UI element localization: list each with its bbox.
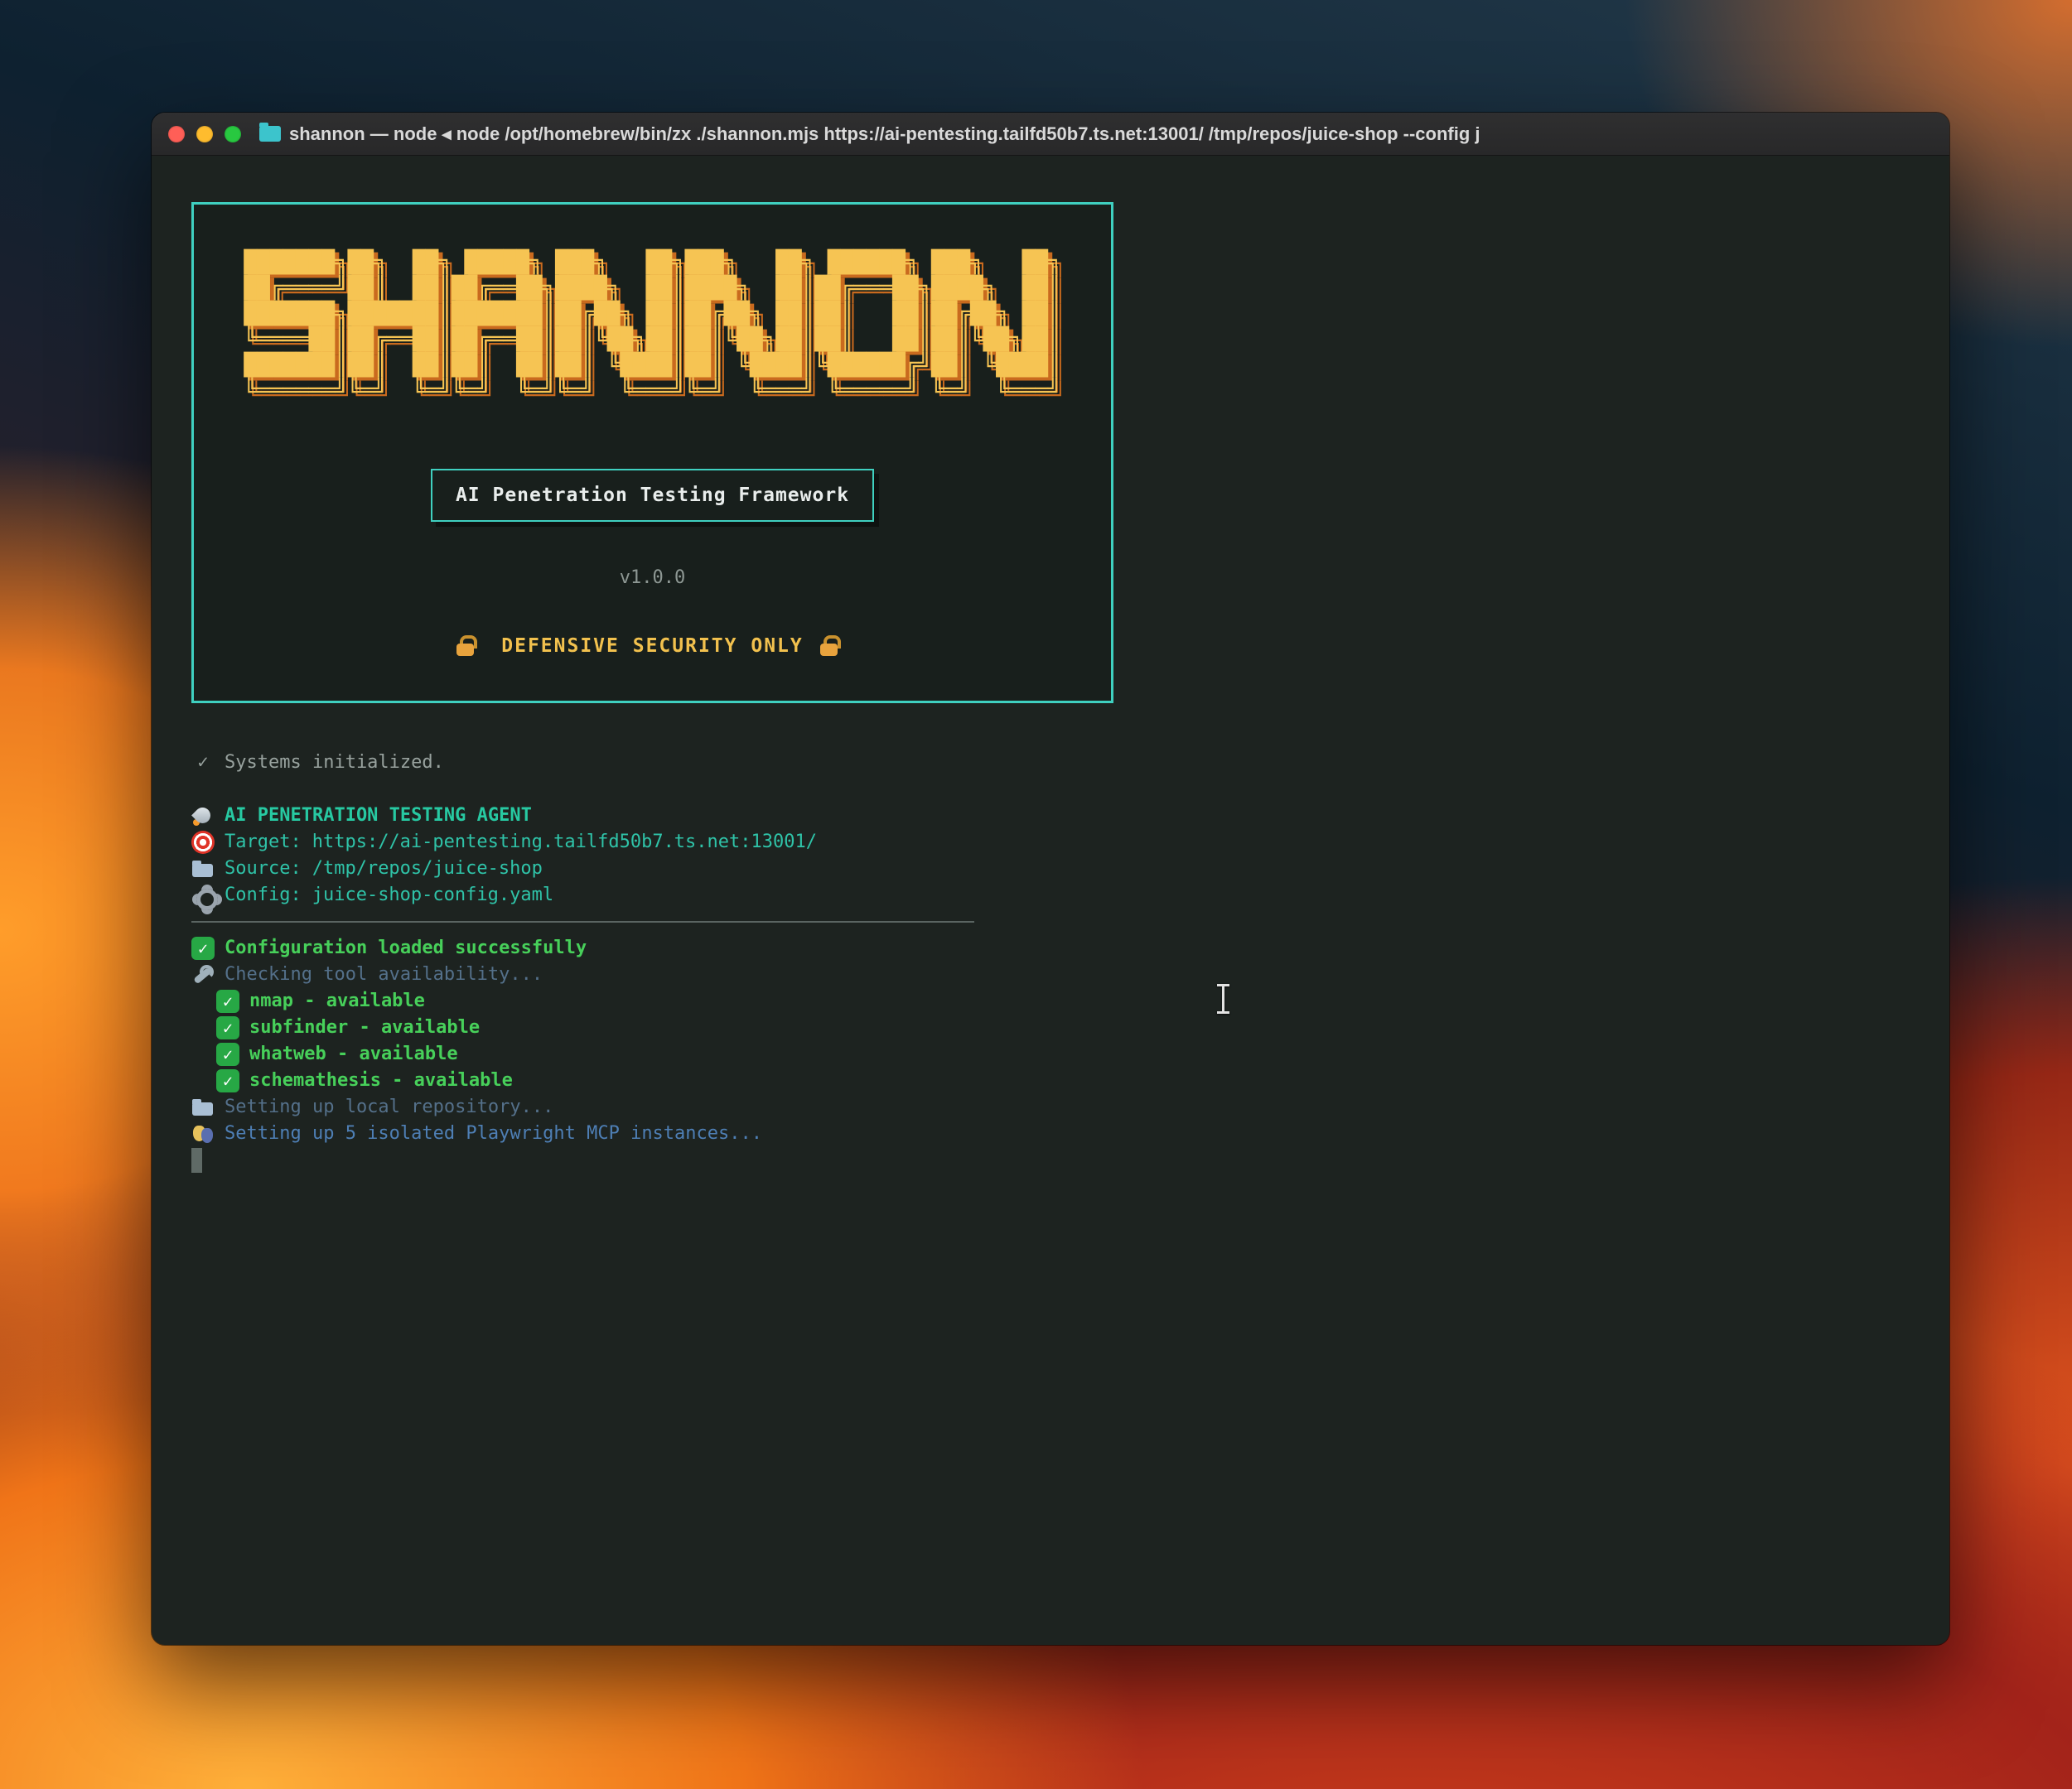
log-text: AI PENETRATION TESTING AGENT <box>225 803 532 829</box>
banner-box: ███████╗██╗ ██╗ █████╗ ███╗ ██╗███╗ ██╗ … <box>191 202 1113 703</box>
mouse-ibeam-cursor <box>1215 984 1231 1014</box>
window-titlebar[interactable]: shannon — node ◂ node /opt/homebrew/bin/… <box>152 113 1949 156</box>
ascii-art-wrap: ███████╗██╗ ██╗ █████╗ ███╗ ██╗███╗ ██╗ … <box>244 250 1060 404</box>
version-label: v1.0.0 <box>194 565 1111 591</box>
security-notice: DEFENSIVE SECURITY ONLY <box>501 633 804 659</box>
framework-label-box: AI Penetration Testing Framework <box>431 469 874 522</box>
log-line-local-repo: Setting up local repository... <box>191 1094 1949 1121</box>
folder-icon <box>191 1096 215 1119</box>
divider <box>191 909 1949 935</box>
cursor-line <box>191 1147 1949 1174</box>
log-text: subfinder - available <box>249 1015 480 1041</box>
terminal-log: Systems initialized. AI PENETRATION TEST… <box>191 750 1949 1174</box>
wrench-icon <box>191 963 215 986</box>
lock-icon <box>453 634 478 658</box>
log-line-whatweb: whatweb - available <box>191 1041 1949 1068</box>
target-value: https://ai-pentesting.tailfd50b7.ts.net:… <box>312 829 817 856</box>
log-line-checking-tools: Checking tool availability... <box>191 962 1949 988</box>
log-line-target: Target: https://ai-pentesting.tailfd50b7… <box>191 829 1949 856</box>
log-text: schemathesis - available <box>249 1068 513 1094</box>
source-value: /tmp/repos/juice-shop <box>312 856 543 882</box>
framework-label: AI Penetration Testing Framework <box>456 485 849 506</box>
traffic-lights <box>168 126 241 142</box>
log-line-subfinder: subfinder - available <box>191 1015 1949 1041</box>
check-icon <box>216 1069 239 1092</box>
log-text: nmap - available <box>249 988 425 1015</box>
target-label: Target: <box>225 829 302 856</box>
close-button[interactable] <box>168 126 185 142</box>
log-line-source: Source: /tmp/repos/juice-shop <box>191 856 1949 882</box>
window-title: shannon — node ◂ node /opt/homebrew/bin/… <box>289 123 1933 145</box>
folder-icon <box>191 857 215 880</box>
zoom-button[interactable] <box>225 126 241 142</box>
log-text: Configuration loaded successfully <box>225 935 587 962</box>
minimize-button[interactable] <box>196 126 213 142</box>
terminal-content[interactable]: ███████╗██╗ ██╗ █████╗ ███╗ ██╗███╗ ██╗ … <box>152 156 1949 1645</box>
log-line-schemathesis: schemathesis - available <box>191 1068 1949 1094</box>
log-text: whatweb - available <box>249 1041 458 1068</box>
ascii-art-shannon: ███████╗██╗ ██╗ █████╗ ███╗ ██╗███╗ ██╗ … <box>244 250 1060 404</box>
config-value: juice-shop-config.yaml <box>312 882 553 909</box>
log-line-systems-initialized: Systems initialized. <box>191 750 1949 776</box>
terminal-cursor <box>191 1148 202 1173</box>
log-line-config: Config: juice-shop-config.yaml <box>191 882 1949 909</box>
checkmark-icon <box>191 751 215 774</box>
log-text: Setting up local repository... <box>225 1094 553 1121</box>
log-text: Setting up 5 isolated Playwright MCP ins… <box>225 1121 762 1147</box>
log-text: Systems initialized. <box>225 750 444 776</box>
log-line-nmap: nmap - available <box>191 988 1949 1015</box>
source-label: Source: <box>225 856 302 882</box>
security-notice-line: DEFENSIVE SECURITY ONLY <box>194 633 1111 659</box>
config-label: Config: <box>225 882 302 909</box>
target-icon <box>191 831 215 854</box>
rocket-icon <box>191 804 215 827</box>
log-text: Checking tool availability... <box>225 962 543 988</box>
check-icon <box>216 1016 239 1039</box>
check-icon <box>216 1043 239 1066</box>
check-icon <box>191 937 215 960</box>
masks-icon <box>191 1122 215 1145</box>
log-line-playwright-mcp: Setting up 5 isolated Playwright MCP ins… <box>191 1121 1949 1147</box>
lock-icon <box>817 634 842 658</box>
folder-icon <box>259 126 281 142</box>
blank-line <box>191 776 1949 803</box>
terminal-window: shannon — node ◂ node /opt/homebrew/bin/… <box>152 113 1949 1645</box>
check-icon <box>216 990 239 1013</box>
desktop-wallpaper: shannon — node ◂ node /opt/homebrew/bin/… <box>0 0 2072 1789</box>
log-line-config-loaded: Configuration loaded successfully <box>191 935 1949 962</box>
log-line-agent-heading: AI PENETRATION TESTING AGENT <box>191 803 1949 829</box>
gear-icon <box>191 884 215 907</box>
